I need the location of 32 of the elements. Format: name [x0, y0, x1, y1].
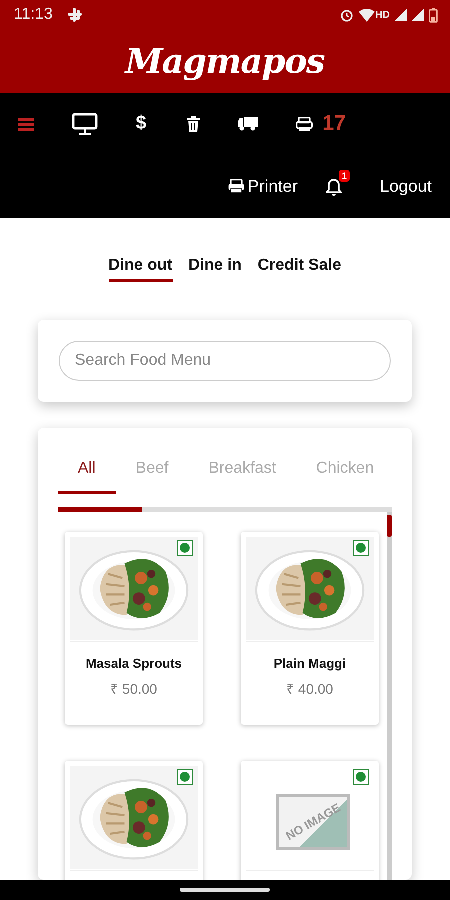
item-price: ₹ 50.00: [110, 680, 158, 698]
order-type-tab[interactable]: Credit Sale: [258, 257, 342, 282]
printer-icon: [228, 179, 245, 194]
logo: Magmapos: [125, 42, 325, 82]
battery-icon: [429, 8, 438, 22]
network-label: HD: [376, 10, 390, 20]
dollar-button[interactable]: $: [136, 113, 147, 135]
menu-icon[interactable]: [18, 117, 34, 131]
trash-icon[interactable]: [186, 116, 200, 132]
monitor-icon[interactable]: [72, 113, 98, 135]
signal-icon: [395, 9, 407, 21]
order-type-tab[interactable]: Dine in: [188, 257, 242, 282]
alarm-icon: [340, 8, 354, 22]
order-count: 17: [322, 112, 346, 136]
item-price: ₹ 40.00: [286, 680, 334, 698]
logout-button[interactable]: Logout: [380, 176, 432, 196]
item-name: Masala Sprouts: [86, 656, 182, 671]
bell-icon[interactable]: [326, 178, 342, 196]
wifi-icon: [358, 8, 375, 22]
search-field[interactable]: Search Food Menu: [59, 341, 391, 381]
order-type-tab[interactable]: Dine out: [108, 257, 173, 282]
slack-icon: [68, 8, 82, 22]
signal-icon: [412, 9, 424, 21]
item-name: Plain Maggi: [274, 656, 346, 671]
food-item-card[interactable]: Plain Maggi ₹ 40.00: [241, 532, 379, 725]
notification-badge: 1: [338, 170, 350, 182]
printer-button[interactable]: Printer: [248, 176, 298, 196]
printer-icon[interactable]: [296, 116, 313, 132]
truck-icon[interactable]: [238, 117, 258, 131]
status-time: 11:13: [14, 6, 53, 24]
category-tab[interactable]: All: [58, 448, 116, 494]
food-item-card[interactable]: Masala Sprouts ₹ 50.00: [65, 532, 203, 725]
